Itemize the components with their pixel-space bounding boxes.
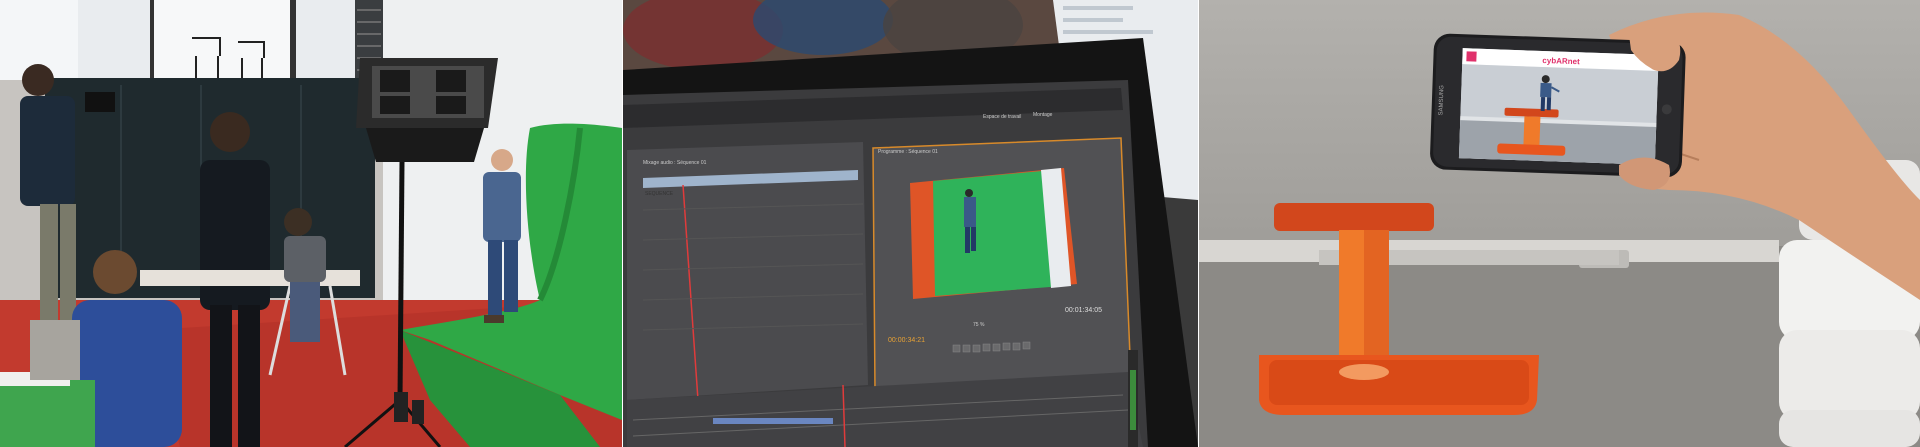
photo-studio-green-screen <box>0 0 622 447</box>
clip-label: SEQUENCE <box>645 191 674 197</box>
workspace-value: Montage <box>1033 112 1053 118</box>
photo-augmented-reality-phone: cybARnet SAMSUNG <box>1199 0 1920 447</box>
zoom-label: 75 % <box>973 322 985 328</box>
timecode-program: 00:00:34:21 <box>888 337 925 344</box>
workspace-label: Espace de travail <box>983 114 1021 120</box>
timecode-duration: 00:01:34:05 <box>1065 307 1102 314</box>
photo-video-editing-laptop: 00:00:34:21 00:01:34:05 SEQUENCE Program… <box>623 0 1198 447</box>
panel-source-title: Mixage audio : Séquence 01 <box>643 160 707 166</box>
panel-program-title: Programme : Séquence 01 <box>878 149 938 155</box>
phone-brand: SAMSUNG <box>1438 85 1445 116</box>
app-name: cybARnet <box>1542 56 1580 66</box>
